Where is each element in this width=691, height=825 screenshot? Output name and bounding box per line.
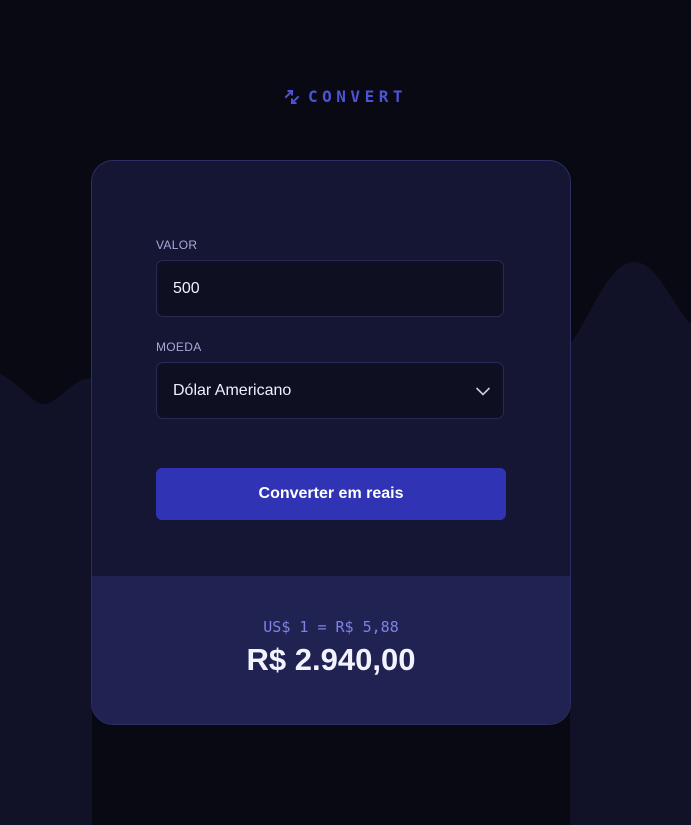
app-logo: CONVERT (0, 88, 691, 106)
converter-form: VALOR 500 MOEDA Dólar Americano Converte… (92, 161, 570, 576)
convert-button[interactable]: Converter em reais (156, 468, 506, 520)
amount-input[interactable]: 500 (156, 260, 504, 317)
converted-total: R$ 2.940,00 (246, 642, 416, 677)
arrows-exchange-icon (284, 89, 300, 105)
chevron-down-icon (475, 387, 491, 396)
currency-label: MOEDA (156, 340, 202, 354)
currency-selected-value: Dólar Americano (173, 382, 292, 399)
amount-label: VALOR (156, 238, 198, 252)
currency-select[interactable]: Dólar Americano (156, 362, 504, 419)
amount-value: 500 (173, 280, 200, 297)
converter-card: VALOR 500 MOEDA Dólar Americano Converte… (91, 160, 571, 725)
app-title: CONVERT (308, 87, 407, 106)
exchange-rate: US$ 1 = R$ 5,88 (263, 618, 399, 636)
result-panel: US$ 1 = R$ 5,88 R$ 2.940,00 (92, 576, 570, 724)
